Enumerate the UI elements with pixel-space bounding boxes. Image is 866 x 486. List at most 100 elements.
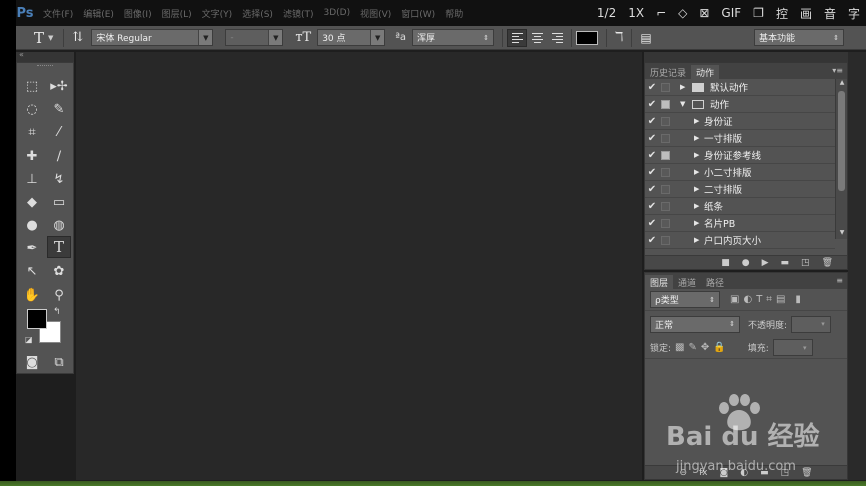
panel-dock-header[interactable]: » bbox=[644, 50, 862, 62]
overlay-text[interactable]: 字 bbox=[842, 5, 866, 22]
lock-transparent-icon[interactable]: ▩ bbox=[675, 342, 684, 353]
dialog-toggle[interactable] bbox=[661, 116, 670, 126]
menu-help[interactable]: 帮助 bbox=[440, 7, 468, 20]
quick-select-tool-icon[interactable]: ✎ bbox=[47, 98, 71, 120]
lock-all-icon[interactable]: 🔒 bbox=[713, 342, 725, 353]
overlay-draw[interactable]: 画 bbox=[794, 5, 818, 22]
lasso-tool-icon[interactable]: ◌ bbox=[20, 98, 44, 120]
copy-icon[interactable]: ❐ bbox=[747, 6, 770, 20]
character-panel-icon[interactable]: ▤ bbox=[636, 31, 655, 45]
dialog-toggle[interactable] bbox=[661, 167, 670, 177]
filter-type-icon[interactable]: T bbox=[756, 294, 762, 305]
panel-menu-icon[interactable]: ▾≡ bbox=[832, 66, 843, 75]
play-icon[interactable]: ▶ bbox=[762, 258, 769, 268]
marquee-tool-icon[interactable]: ⬚ bbox=[20, 75, 44, 97]
action-row[interactable]: ✔ ▶ 一寸排版 bbox=[645, 130, 835, 147]
document-canvas-area[interactable] bbox=[76, 52, 642, 480]
action-row[interactable]: ✔ ▶ 小二寸排版 bbox=[645, 164, 835, 181]
link-layers-icon[interactable]: ⊖ bbox=[679, 468, 687, 478]
type-tool-icon[interactable]: T bbox=[30, 29, 48, 47]
expand-triangle-icon[interactable]: ▶ bbox=[694, 151, 704, 159]
dialog-toggle[interactable] bbox=[661, 82, 670, 92]
delete-layer-icon[interactable]: 🗑 bbox=[801, 468, 812, 478]
font-style-select[interactable]: - ▼ bbox=[225, 29, 284, 46]
adjustment-layer-icon[interactable]: ◐ bbox=[740, 468, 748, 478]
align-left-button[interactable] bbox=[507, 28, 528, 47]
dialog-toggle[interactable] bbox=[661, 99, 670, 109]
collapse-icon[interactable]: « bbox=[19, 50, 24, 59]
filter-pixel-icon[interactable]: ▣ bbox=[730, 294, 739, 305]
record-icon[interactable]: ● bbox=[742, 258, 750, 268]
overlay-gif[interactable]: GIF bbox=[715, 6, 747, 20]
menu-layer[interactable]: 图层(L) bbox=[157, 7, 197, 20]
check-icon[interactable]: ✔ bbox=[645, 82, 659, 93]
add-mask-icon[interactable]: ◙ bbox=[719, 468, 728, 478]
swap-colors-icon[interactable]: ↰ bbox=[53, 307, 61, 317]
expand-triangle-icon[interactable]: ▶ bbox=[694, 219, 704, 227]
menu-filter[interactable]: 滤镜(T) bbox=[278, 7, 319, 20]
foreground-color-swatch[interactable] bbox=[27, 309, 47, 329]
brush-tool-icon[interactable]: ∕ bbox=[47, 145, 71, 167]
blend-mode-select[interactable]: 正常 ⇕ bbox=[650, 315, 740, 333]
check-icon[interactable]: ✔ bbox=[645, 167, 659, 178]
new-group-icon[interactable]: ▬ bbox=[760, 468, 769, 478]
lock-position-icon[interactable]: ✥ bbox=[701, 342, 709, 353]
expand-triangle-icon[interactable]: ▶ bbox=[694, 202, 704, 210]
tab-paths[interactable]: 路径 bbox=[701, 275, 729, 289]
new-set-icon[interactable]: ▬ bbox=[781, 258, 790, 268]
crop-icon[interactable]: ⌐ bbox=[650, 6, 672, 20]
screen-mode-icon[interactable]: ⧉ bbox=[47, 351, 71, 373]
blur-tool-icon[interactable]: ● bbox=[20, 214, 44, 236]
expand-triangle-icon[interactable]: ▶ bbox=[680, 83, 690, 91]
action-row[interactable]: ✔ ▶ 名片PB bbox=[645, 215, 835, 232]
expand-triangle-icon[interactable]: ▶ bbox=[694, 168, 704, 176]
eraser-tool-icon[interactable]: ◆ bbox=[20, 191, 44, 213]
action-row[interactable]: ✔ ▶ 默认动作 bbox=[645, 79, 835, 96]
expand-triangle-icon[interactable]: ▶ bbox=[694, 134, 704, 142]
expand-triangle-icon[interactable]: ▶ bbox=[694, 236, 704, 244]
action-row[interactable]: ✔ ▶ 纸条 bbox=[645, 198, 835, 215]
panel-menu-icon[interactable]: ≡ bbox=[836, 276, 843, 285]
tab-history[interactable]: 历史记录 bbox=[645, 65, 691, 79]
warp-text-icon[interactable]: ℸ bbox=[611, 30, 627, 45]
dodge-tool-icon[interactable]: ◍ bbox=[47, 214, 71, 236]
tab-channels[interactable]: 通道 bbox=[673, 275, 701, 289]
default-colors-icon[interactable]: ◪ bbox=[25, 335, 33, 344]
scroll-thumb[interactable] bbox=[838, 91, 845, 191]
align-center-button[interactable] bbox=[527, 29, 547, 47]
path-select-tool-icon[interactable]: ↖ bbox=[20, 260, 44, 282]
text-orientation-icon[interactable]: ⇅ bbox=[68, 30, 87, 45]
toolbox-grip[interactable] bbox=[37, 65, 53, 68]
menu-type[interactable]: 文字(Y) bbox=[197, 7, 238, 20]
text-color-swatch[interactable] bbox=[576, 30, 599, 45]
expand-triangle-icon[interactable]: ▶ bbox=[694, 117, 704, 125]
menu-image[interactable]: 图像(I) bbox=[119, 7, 157, 20]
menu-select[interactable]: 选择(S) bbox=[237, 7, 278, 20]
overlay-audio[interactable]: 音 bbox=[818, 5, 842, 22]
action-row[interactable]: ✔ ▶ 二寸排版 bbox=[645, 181, 835, 198]
filter-smart-icon[interactable]: ▤ bbox=[776, 294, 785, 305]
eyedropper-tool-icon[interactable]: ⁄ bbox=[47, 121, 71, 143]
workspace-select[interactable]: 基本功能 ⇕ bbox=[754, 29, 844, 46]
check-icon[interactable]: ✔ bbox=[645, 150, 659, 161]
scroll-up-icon[interactable]: ▲ bbox=[836, 79, 848, 89]
crop-tool-icon[interactable]: ⌗ bbox=[20, 121, 44, 143]
move-tool-icon[interactable]: ▸✢ bbox=[47, 75, 71, 97]
fill-field[interactable]: ▾ bbox=[772, 339, 813, 356]
healing-brush-tool-icon[interactable]: ✚ bbox=[20, 145, 44, 167]
antialias-select[interactable]: 浑厚 ⇕ bbox=[412, 29, 495, 46]
menu-edit[interactable]: 编辑(E) bbox=[78, 7, 119, 20]
scroll-down-icon[interactable]: ▼ bbox=[836, 229, 848, 239]
toolbox-header[interactable]: « bbox=[16, 50, 74, 62]
expand-triangle-icon[interactable]: ▶ bbox=[694, 185, 704, 193]
filter-toggle-icon[interactable]: ▮ bbox=[795, 294, 801, 305]
rotate-icon[interactable]: ⊠ bbox=[693, 6, 715, 20]
dialog-toggle[interactable] bbox=[661, 218, 670, 228]
action-row[interactable]: ✔ ▶ 身份证参考线 bbox=[645, 147, 835, 164]
action-row[interactable]: ✔ ▶ 户口内页大小 bbox=[645, 232, 835, 249]
action-row[interactable]: ✔ ▶ 身份证 bbox=[645, 113, 835, 130]
font-family-select[interactable]: 宋体 Regular ▼ bbox=[91, 29, 214, 46]
gradient-tool-icon[interactable]: ▭ bbox=[47, 191, 71, 213]
overlay-control[interactable]: 控 bbox=[770, 5, 794, 22]
layer-filter-select[interactable]: ρ类型 ⇕ bbox=[650, 291, 720, 308]
